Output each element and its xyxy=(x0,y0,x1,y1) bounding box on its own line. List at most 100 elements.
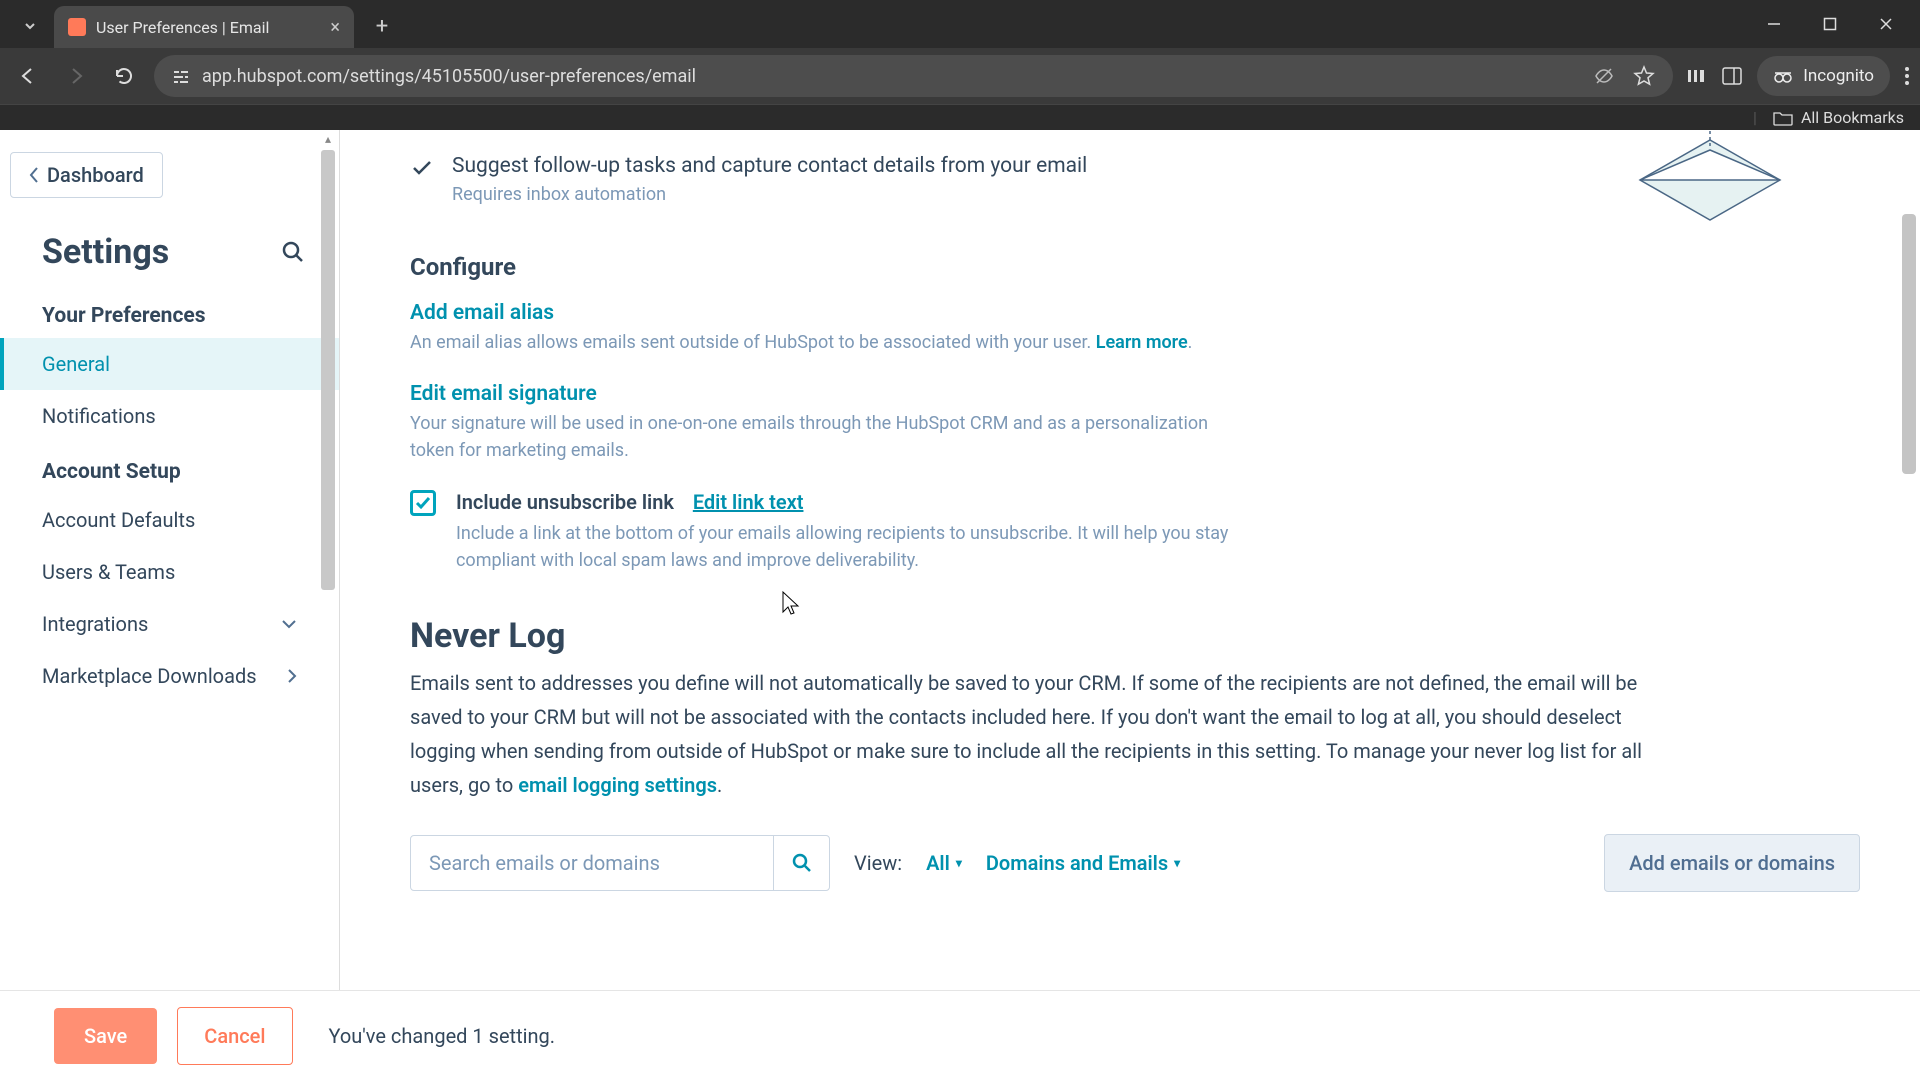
unsubscribe-label: Include unsubscribe link xyxy=(456,490,674,514)
nav-item-users-teams[interactable]: Users & Teams xyxy=(0,546,339,598)
caret-down-icon: ▾ xyxy=(1174,856,1180,870)
bookmarks-bar: | All Bookmarks xyxy=(0,104,1920,130)
reload-icon[interactable] xyxy=(106,58,142,94)
never-log-description: Emails sent to addresses you define will… xyxy=(410,666,1690,802)
media-control-icon[interactable] xyxy=(1685,65,1707,87)
content-scrollbar[interactable] xyxy=(1900,134,1918,1080)
edit-email-signature-link[interactable]: Edit email signature xyxy=(410,382,597,406)
incognito-badge[interactable]: Incognito xyxy=(1757,56,1890,96)
close-window-icon[interactable] xyxy=(1860,6,1912,42)
chevron-down-icon xyxy=(281,619,297,629)
tab-bar: User Preferences | Email × + xyxy=(0,0,1920,48)
chevron-right-icon xyxy=(287,668,297,684)
tab-title: User Preferences | Email xyxy=(96,18,269,37)
unsubscribe-description: Include a link at the bottom of your ema… xyxy=(456,520,1256,574)
all-bookmarks-link[interactable]: All Bookmarks xyxy=(1801,108,1904,127)
incognito-icon xyxy=(1773,69,1793,83)
nav-item-account-defaults[interactable]: Account Defaults xyxy=(0,494,339,546)
scroll-thumb[interactable] xyxy=(321,150,335,590)
nav-section-preferences: Your Preferences General Notifications xyxy=(0,286,339,442)
unsubscribe-checkbox[interactable] xyxy=(410,490,436,516)
cancel-button[interactable]: Cancel xyxy=(177,1007,292,1065)
bookmark-star-icon[interactable] xyxy=(1633,65,1655,87)
alias-desc-text: An email alias allows emails sent outsid… xyxy=(410,332,1096,353)
configure-heading: Configure xyxy=(410,253,1860,281)
footer-bar: Save Cancel You've changed 1 setting. xyxy=(0,990,1920,1080)
nav-item-marketplace-downloads[interactable]: Marketplace Downloads xyxy=(0,650,339,702)
back-icon[interactable] xyxy=(10,58,46,94)
eye-off-icon[interactable] xyxy=(1593,65,1615,87)
feature-text: Suggest follow-up tasks and capture cont… xyxy=(452,154,1087,178)
save-button[interactable]: Save xyxy=(54,1008,157,1064)
view-all-dropdown[interactable]: All ▾ xyxy=(926,851,962,875)
envelope-illustration-icon xyxy=(1620,130,1800,240)
dropdown-label: Domains and Emails xyxy=(986,851,1168,875)
main-content: Suggest follow-up tasks and capture cont… xyxy=(340,130,1920,1080)
edit-signature-block: Edit email signature Your signature will… xyxy=(410,382,1860,464)
forward-icon xyxy=(58,58,94,94)
folder-icon xyxy=(1773,110,1793,126)
nav-item-integrations[interactable]: Integrations xyxy=(0,598,339,650)
minimize-icon[interactable] xyxy=(1748,6,1800,42)
sidebar: Dashboard Settings Your Preferences Gene… xyxy=(0,130,340,1080)
search-button[interactable] xyxy=(773,836,829,890)
tab-search-icon[interactable] xyxy=(12,8,48,44)
learn-more-link[interactable]: Learn more xyxy=(1096,332,1188,353)
nav-section-title: Account Setup xyxy=(0,460,339,494)
signature-description: Your signature will be used in one-on-on… xyxy=(410,410,1230,464)
scroll-up-icon[interactable]: ▴ xyxy=(325,130,331,148)
period: . xyxy=(1188,332,1193,353)
incognito-label: Incognito xyxy=(1803,66,1874,86)
search-emails-box xyxy=(410,835,830,891)
nav-item-label: Marketplace Downloads xyxy=(42,664,257,688)
nav-item-general[interactable]: General xyxy=(0,338,339,390)
period: . xyxy=(717,773,722,797)
hubspot-favicon-icon xyxy=(68,18,86,36)
new-tab-button[interactable]: + xyxy=(364,8,400,44)
search-emails-input[interactable] xyxy=(411,851,773,875)
nav-item-label: General xyxy=(42,352,110,376)
nav-item-label: Users & Teams xyxy=(42,560,175,584)
nav-item-label: Integrations xyxy=(42,612,148,636)
never-log-heading: Never Log xyxy=(410,616,1860,656)
nav-item-label: Notifications xyxy=(42,404,156,428)
add-email-alias-link[interactable]: Add email alias xyxy=(410,301,554,325)
nav-section-account-setup: Account Setup Account Defaults Users & T… xyxy=(0,442,339,702)
search-icon[interactable] xyxy=(281,240,305,264)
chevron-left-icon xyxy=(29,167,39,183)
scroll-thumb[interactable] xyxy=(1902,214,1916,474)
url-text: app.hubspot.com/settings/45105500/user-p… xyxy=(202,66,696,87)
nav-item-notifications[interactable]: Notifications xyxy=(0,390,339,442)
view-label: View: xyxy=(854,851,902,875)
browser-chrome: User Preferences | Email × + app.hubspot… xyxy=(0,0,1920,130)
domains-emails-dropdown[interactable]: Domains and Emails ▾ xyxy=(986,851,1180,875)
nav-item-label: Account Defaults xyxy=(42,508,195,532)
settings-title: Settings xyxy=(42,232,169,272)
back-to-dashboard-button[interactable]: Dashboard xyxy=(10,152,163,198)
site-settings-icon[interactable] xyxy=(172,67,190,85)
address-bar[interactable]: app.hubspot.com/settings/45105500/user-p… xyxy=(154,55,1673,97)
alias-description: An email alias allows emails sent outsid… xyxy=(410,329,1230,356)
sidebar-scrollbar[interactable]: ▴ xyxy=(317,130,339,1080)
nav-section-title: Your Preferences xyxy=(0,304,339,338)
add-emails-domains-button[interactable]: Add emails or domains xyxy=(1604,834,1860,892)
unsubscribe-option-row: Include unsubscribe link Edit link text … xyxy=(410,490,1860,574)
page: Dashboard Settings Your Preferences Gene… xyxy=(0,130,1920,1080)
back-label: Dashboard xyxy=(47,163,144,187)
feature-subtext: Requires inbox automation xyxy=(452,184,1087,205)
add-alias-block: Add email alias An email alias allows em… xyxy=(410,301,1860,356)
dropdown-label: All xyxy=(926,851,950,875)
filter-row: View: All ▾ Domains and Emails ▾ Add ema… xyxy=(410,834,1860,892)
side-panel-icon[interactable] xyxy=(1721,65,1743,87)
browser-tab[interactable]: User Preferences | Email × xyxy=(54,6,354,48)
check-icon xyxy=(410,156,434,180)
edit-link-text-link[interactable]: Edit link text xyxy=(693,490,804,514)
close-icon[interactable]: × xyxy=(330,17,340,38)
kebab-menu-icon[interactable] xyxy=(1904,65,1910,87)
address-bar-row: app.hubspot.com/settings/45105500/user-p… xyxy=(0,48,1920,104)
caret-down-icon: ▾ xyxy=(956,856,962,870)
maximize-icon[interactable] xyxy=(1804,6,1856,42)
changed-settings-text: You've changed 1 setting. xyxy=(329,1024,556,1048)
email-logging-settings-link[interactable]: email logging settings xyxy=(518,773,717,797)
window-controls xyxy=(1748,6,1920,48)
